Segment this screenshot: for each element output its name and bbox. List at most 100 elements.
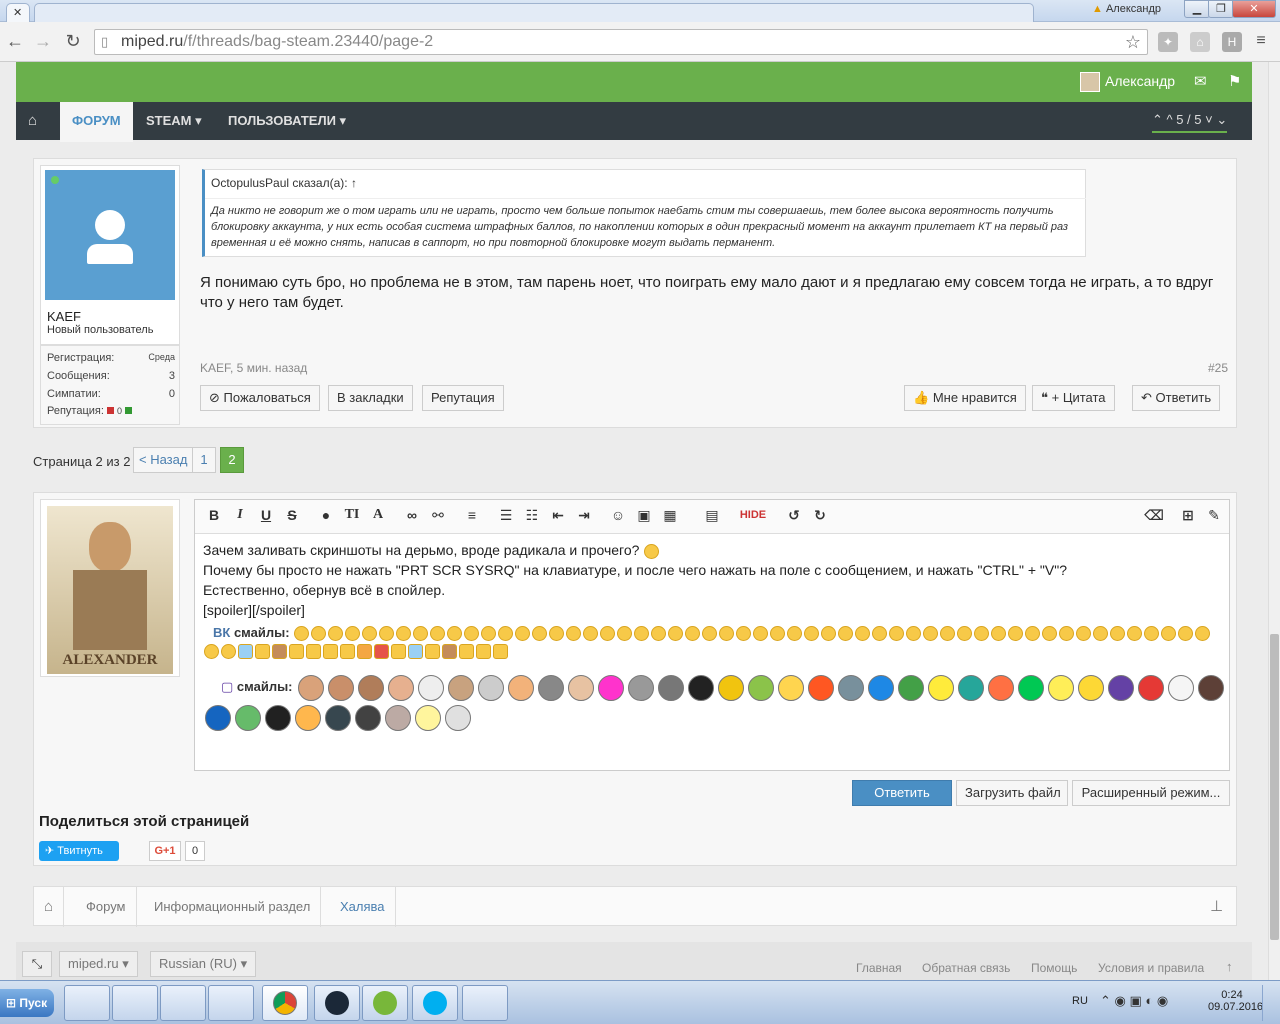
nav-users[interactable]: ПОЛЬЗОВАТЕЛИ ▾ bbox=[216, 102, 358, 140]
my-avatar[interactable]: ALEXANDER bbox=[40, 499, 180, 677]
vk-emoji-icon[interactable] bbox=[991, 626, 1007, 642]
utorrent-icon[interactable] bbox=[362, 985, 408, 1021]
vk-emoji-icon[interactable] bbox=[668, 626, 684, 642]
vk-emoji-icon[interactable] bbox=[1008, 626, 1024, 642]
vk-emoji-icon[interactable] bbox=[1127, 626, 1143, 642]
vk-emoji-icon[interactable] bbox=[430, 626, 446, 642]
vk-emoji-icon[interactable] bbox=[1076, 626, 1092, 642]
nav-forum[interactable]: ФОРУМ bbox=[60, 102, 133, 142]
browser-tab-strip[interactable] bbox=[34, 3, 1034, 22]
image-icon[interactable]: ▣ bbox=[633, 504, 655, 526]
breadcrumb-current[interactable]: Халява bbox=[330, 887, 396, 927]
twitch-emote-icon[interactable] bbox=[568, 674, 595, 701]
upload-file-button[interactable]: Загрузить файл bbox=[956, 780, 1068, 806]
vk-emoji-icon[interactable] bbox=[702, 626, 718, 642]
vk-emoji-icon[interactable] bbox=[255, 644, 270, 660]
vk-emoji-icon[interactable] bbox=[736, 626, 752, 642]
vk-emoji-icon[interactable] bbox=[357, 644, 372, 660]
twitch-emote-icon[interactable] bbox=[808, 674, 835, 701]
avatar[interactable] bbox=[1080, 72, 1100, 92]
nav-steam[interactable]: STEAM ▾ bbox=[134, 102, 214, 140]
vk-emoji-icon[interactable] bbox=[821, 626, 837, 642]
twitch-emote-icon[interactable] bbox=[778, 674, 805, 701]
wrench-icon[interactable]: ✎ bbox=[1203, 504, 1225, 526]
twitch-emote-icon[interactable] bbox=[478, 674, 505, 701]
submit-reply-button[interactable]: Ответить bbox=[852, 780, 952, 806]
twitch-emote-icon[interactable] bbox=[1048, 674, 1075, 701]
vk-emoji-icon[interactable] bbox=[1042, 626, 1058, 642]
twitch-emote-icon[interactable] bbox=[265, 704, 291, 731]
footer-help-link[interactable]: Помощь bbox=[1031, 961, 1077, 975]
twitch-emote-icon[interactable] bbox=[1168, 674, 1195, 701]
smiley-icon[interactable]: ☺ bbox=[607, 504, 629, 526]
vk-emoji-icon[interactable] bbox=[493, 644, 508, 660]
twitch-emote-icon[interactable] bbox=[508, 674, 535, 701]
maximize-button[interactable]: ❐ bbox=[1208, 0, 1234, 18]
italic-icon[interactable]: I bbox=[229, 504, 251, 526]
vk-emoji-icon[interactable] bbox=[617, 626, 633, 642]
start-button[interactable]: ⊞ Пуск bbox=[0, 989, 54, 1017]
twitch-emote-icon[interactable] bbox=[388, 674, 415, 701]
vk-emoji-icon[interactable] bbox=[481, 626, 497, 642]
link-icon[interactable]: ∞ bbox=[401, 504, 423, 526]
vk-emoji-icon[interactable] bbox=[974, 626, 990, 642]
vk-emoji-icon[interactable] bbox=[787, 626, 803, 642]
quote-author[interactable]: OctopulusPaul сказал(а): ↑ bbox=[211, 176, 357, 190]
steam-icon[interactable] bbox=[314, 985, 360, 1021]
chrome-icon[interactable] bbox=[262, 985, 308, 1021]
scroll-top-icon[interactable]: ↑ bbox=[1226, 959, 1233, 974]
close-window-button[interactable]: ✕ bbox=[1232, 0, 1276, 18]
vk-emoji-icon[interactable] bbox=[906, 626, 922, 642]
profile-badge[interactable]: ▲ Александр bbox=[1092, 3, 1161, 15]
expand-icon[interactable]: ⊞ bbox=[1177, 504, 1199, 526]
vk-emoji-icon[interactable] bbox=[566, 626, 582, 642]
save-draft-icon[interactable]: ▤ bbox=[701, 504, 723, 526]
vk-emoji-icon[interactable] bbox=[940, 626, 956, 642]
vk-emoji-icon[interactable] bbox=[855, 626, 871, 642]
twitch-emote-icon[interactable] bbox=[1138, 674, 1165, 701]
home-icon[interactable]: ⌂ bbox=[16, 102, 49, 140]
color-drop-icon[interactable]: ● bbox=[315, 504, 337, 526]
vk-emoji-icon[interactable] bbox=[498, 626, 514, 642]
bold-icon[interactable]: B bbox=[203, 504, 225, 526]
media-icon[interactable]: ▦ bbox=[659, 504, 681, 526]
vk-emoji-icon[interactable] bbox=[923, 626, 939, 642]
twitch-emote-icon[interactable] bbox=[1198, 674, 1225, 701]
vk-emoji-icon[interactable] bbox=[583, 626, 599, 642]
vk-emoji-icon[interactable] bbox=[1025, 626, 1041, 642]
vk-emoji-icon[interactable] bbox=[413, 626, 429, 642]
vk-emoji-icon[interactable] bbox=[651, 626, 667, 642]
reload-icon[interactable]: ↻ bbox=[62, 30, 84, 52]
thread-pager[interactable]: ⌃ ^ 5 / 5 ˅ ⌄ bbox=[1152, 112, 1228, 133]
post-meta[interactable]: KAEF, 5 мин. назад bbox=[200, 361, 307, 375]
numbered-list-icon[interactable]: ☷ bbox=[521, 504, 543, 526]
vk-emoji-icon[interactable] bbox=[408, 644, 423, 660]
twitch-emote-icon[interactable] bbox=[598, 674, 625, 701]
vk-emoji-icon[interactable] bbox=[306, 644, 321, 660]
notepad-icon[interactable] bbox=[160, 985, 206, 1021]
vk-emoji-icon[interactable] bbox=[957, 626, 973, 642]
like-button[interactable]: 👍 Мне нравится bbox=[904, 385, 1026, 411]
language-chooser[interactable]: Russian (RU) ▾ bbox=[150, 951, 257, 977]
back-arrow-icon[interactable]: ← bbox=[4, 30, 26, 52]
twitch-emote-icon[interactable] bbox=[958, 674, 985, 701]
twitch-emote-icon[interactable] bbox=[445, 704, 471, 731]
breadcrumb-home-icon[interactable]: ⌂ bbox=[34, 887, 65, 927]
twitch-emote-icon[interactable] bbox=[1078, 674, 1105, 701]
network-icon[interactable] bbox=[462, 985, 508, 1021]
twitch-emote-icon[interactable] bbox=[328, 674, 355, 701]
twitch-emote-icon[interactable] bbox=[415, 704, 441, 731]
indent-icon[interactable]: ⇥ bbox=[573, 504, 595, 526]
font-size-icon[interactable]: TI bbox=[341, 504, 363, 526]
scrollbar[interactable] bbox=[1268, 62, 1280, 980]
blender-icon[interactable] bbox=[64, 985, 110, 1021]
flag-icon[interactable]: ⚑ bbox=[1228, 72, 1241, 90]
author-name[interactable]: KAEF bbox=[47, 309, 81, 324]
rep-plus-icon[interactable] bbox=[125, 407, 133, 414]
twitch-emote-icon[interactable] bbox=[1018, 674, 1045, 701]
extension-icon[interactable]: ✦ bbox=[1158, 32, 1178, 52]
extension-icon[interactable]: ⌂ bbox=[1190, 32, 1210, 52]
footer-home-link[interactable]: Главная bbox=[856, 961, 902, 975]
vk-emoji-icon[interactable] bbox=[1161, 626, 1177, 642]
vk-emoji-icon[interactable] bbox=[221, 644, 236, 660]
